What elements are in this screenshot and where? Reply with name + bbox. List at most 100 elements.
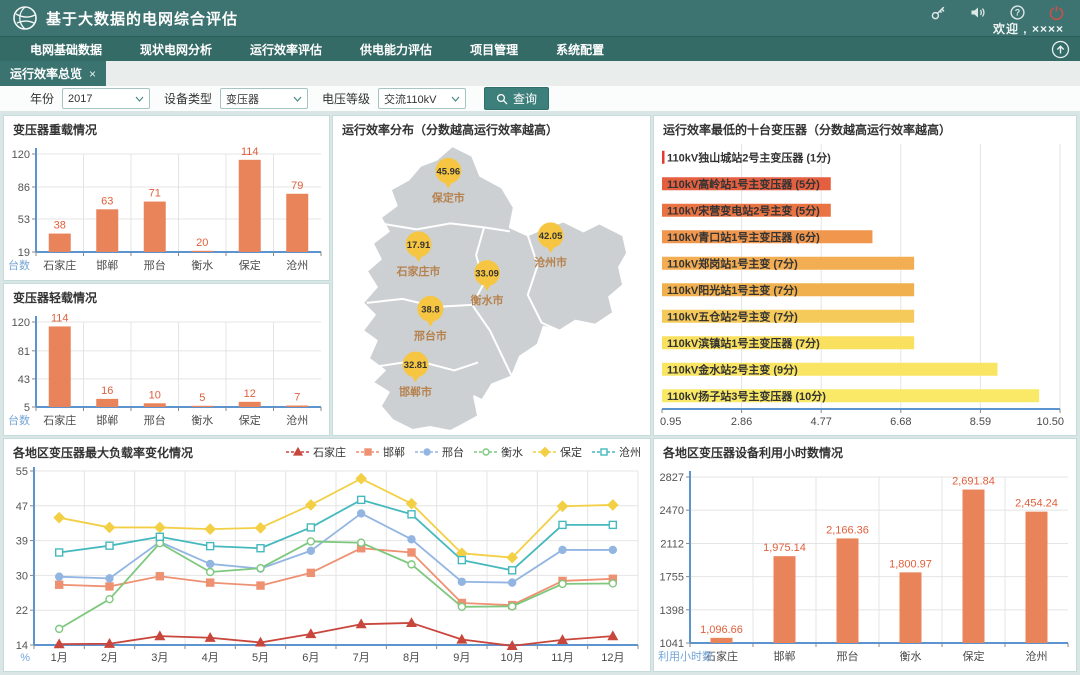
svg-text:6月: 6月	[302, 652, 319, 664]
svg-text:沧州: 沧州	[286, 413, 308, 427]
svg-text:衡水: 衡水	[900, 650, 922, 663]
svg-text:110kV滨镇站1号主变压器 (7分): 110kV滨镇站1号主变压器 (7分)	[667, 336, 820, 350]
line-chart-legend: 石家庄邯郸邢台衡水保定沧州	[286, 444, 641, 460]
welcome-text: 欢迎 , ××××	[993, 20, 1064, 37]
svg-text:17.91: 17.91	[407, 239, 431, 250]
svg-text:邢台市: 邢台市	[413, 329, 447, 343]
collapse-up-button[interactable]	[1051, 40, 1070, 59]
tab-bar: 运行效率总览 ×	[0, 61, 1080, 87]
svg-text:6.68: 6.68	[890, 416, 911, 428]
close-icon[interactable]: ×	[89, 67, 96, 81]
svg-text:4.77: 4.77	[810, 416, 831, 428]
bar-邢台	[837, 538, 859, 643]
svg-text:衡水: 衡水	[191, 414, 213, 427]
bar-邯郸	[96, 399, 118, 407]
panel-title: 变压器轻载情况	[4, 284, 329, 306]
chevron-down-icon	[293, 96, 302, 102]
bar-衡水	[191, 406, 213, 407]
svg-text:38: 38	[54, 220, 66, 232]
worst-plot: 0.952.864.776.688.5910.50110kV独山城站2号主变压器…	[660, 144, 1064, 428]
legend-item-沧州[interactable]: 沧州	[592, 444, 641, 460]
chevron-down-icon	[451, 96, 460, 102]
svg-text:20: 20	[196, 237, 208, 249]
svg-text:55: 55	[16, 466, 28, 478]
legend-item-石家庄[interactable]: 石家庄	[286, 444, 346, 460]
svg-text:邯郸: 邯郸	[774, 649, 796, 663]
legend-item-衡水[interactable]: 衡水	[474, 444, 523, 460]
legend-item-保定[interactable]: 保定	[533, 444, 582, 460]
panel-title-text: 各地区变压器最大负载率变化情况	[13, 444, 193, 461]
search-button[interactable]: 查询	[484, 87, 549, 110]
max-load-rate-line-chart: 1422303947551月2月3月4月5月6月7月8月9月10月11月12月%	[4, 461, 650, 669]
svg-text:台数: 台数	[8, 413, 30, 427]
app-logo-icon	[12, 5, 38, 31]
bar-石家庄	[711, 638, 733, 643]
svg-text:110kV扬子站3号主变压器 (10分): 110kV扬子站3号主变压器 (10分)	[667, 389, 826, 403]
svg-text:保定市: 保定市	[431, 191, 465, 205]
heavy-plot: 19538612038石家庄63邯郸71邢台20衡水114保定79沧州台数	[8, 146, 321, 272]
nav-item-2[interactable]: 现状电网分析	[140, 41, 212, 58]
svg-text:79: 79	[291, 180, 303, 192]
svg-text:53: 53	[18, 214, 30, 226]
panel-max-load-rate: 各地区变压器最大负载率变化情况 石家庄邯郸邢台衡水保定沧州 1422303947…	[3, 438, 651, 672]
svg-text:1月: 1月	[51, 652, 68, 664]
power-icon[interactable]	[1049, 5, 1064, 20]
year-select[interactable]: 2017	[62, 88, 150, 109]
svg-text:5: 5	[24, 402, 30, 414]
panel-heavy-load: 变压器重载情况 19538612038石家庄63邯郸71邢台20衡水114保定7…	[3, 115, 330, 281]
nav-item-3[interactable]: 运行效率评估	[250, 41, 322, 58]
utilization-hours-bar-chart: 1041139817552112247028271,096.66石家庄1,975…	[654, 461, 1076, 669]
svg-text:2.86: 2.86	[731, 416, 752, 428]
worst-bar-1	[662, 151, 665, 164]
svg-text:1041: 1041	[660, 638, 684, 650]
svg-text:邯郸: 邯郸	[96, 258, 118, 272]
bar-石家庄	[49, 326, 71, 407]
bar-沧州	[286, 406, 308, 407]
bar-邢台	[144, 202, 166, 252]
help-icon[interactable]: ?	[1010, 5, 1025, 20]
nav-item-1[interactable]: 电网基础数据	[30, 41, 102, 58]
svg-text:110kV宋营变电站2号主变 (5分): 110kV宋营变电站2号主变 (5分)	[667, 203, 820, 217]
svg-text:?: ?	[1015, 8, 1021, 18]
svg-text:%: %	[20, 652, 30, 664]
panel-light-load: 变压器轻载情况 54381120114石家庄16邯郸10邢台5衡水12保定7沧州…	[3, 283, 330, 436]
svg-text:保定: 保定	[239, 413, 261, 427]
svg-text:4月: 4月	[202, 652, 219, 664]
panel-title: 运行效率最低的十台变压器（分数越高运行效率越高）	[654, 116, 1076, 138]
filter-bar: 年份 2017 设备类型 变压器 电压等级 交流110kV 查询	[0, 86, 1080, 113]
svg-text:71: 71	[149, 188, 161, 200]
province-map: 45.96保定市17.91石家庄市42.05沧州市33.09衡水市38.8邢台市…	[363, 146, 627, 431]
key-icon[interactable]	[931, 5, 946, 20]
voltage-level-select[interactable]: 交流110kV	[378, 88, 466, 109]
nav-item-5[interactable]: 项目管理	[470, 41, 518, 58]
panel-worst-transformers: 运行效率最低的十台变压器（分数越高运行效率越高） 0.952.864.776.6…	[653, 115, 1077, 436]
svg-text:114: 114	[241, 146, 259, 158]
nav-item-6[interactable]: 系统配置	[556, 41, 604, 58]
panel-title: 各地区变压器设备利用小时数情况	[654, 439, 1076, 461]
tab-operating-efficiency-overview[interactable]: 运行效率总览 ×	[0, 61, 106, 86]
sound-icon[interactable]	[970, 5, 986, 20]
svg-text:22: 22	[16, 605, 28, 617]
svg-text:11月: 11月	[551, 652, 573, 664]
svg-text:12月: 12月	[601, 652, 624, 664]
svg-text:114: 114	[51, 312, 69, 324]
main-nav: 电网基础数据 现状电网分析 运行效率评估 供电能力评估 项目管理 系统配置	[0, 36, 1080, 61]
device-type-select[interactable]: 变压器	[220, 88, 308, 109]
legend-item-邯郸[interactable]: 邯郸	[356, 444, 405, 460]
svg-text:邢台: 邢台	[837, 649, 859, 663]
device-type-label: 设备类型	[164, 90, 212, 107]
nav-item-4[interactable]: 供电能力评估	[360, 41, 432, 58]
svg-text:8月: 8月	[403, 652, 420, 664]
svg-text:63: 63	[101, 195, 113, 207]
app-header: 基于大数据的电网综合评估 ? 欢迎 , ××××	[0, 0, 1080, 36]
legend-item-邢台[interactable]: 邢台	[415, 444, 464, 460]
svg-text:1398: 1398	[660, 605, 684, 617]
svg-text:120: 120	[12, 149, 30, 161]
worst-transformers-bar-chart: 0.952.864.776.688.5910.50110kV独山城站2号主变压器…	[654, 138, 1076, 433]
panel-efficiency-map: 运行效率分布（分数越高运行效率越高） 45.96保定市17.91石家庄市42.0…	[332, 115, 651, 436]
svg-text:2,691.84: 2,691.84	[952, 476, 995, 488]
svg-text:7月: 7月	[353, 652, 370, 664]
light-load-bar-chart: 54381120114石家庄16邯郸10邢台5衡水12保定7沧州台数	[4, 306, 329, 433]
panel-title: 各地区变压器最大负载率变化情况 石家庄邯郸邢台衡水保定沧州	[4, 439, 650, 461]
svg-text:2,166.36: 2,166.36	[826, 524, 869, 536]
